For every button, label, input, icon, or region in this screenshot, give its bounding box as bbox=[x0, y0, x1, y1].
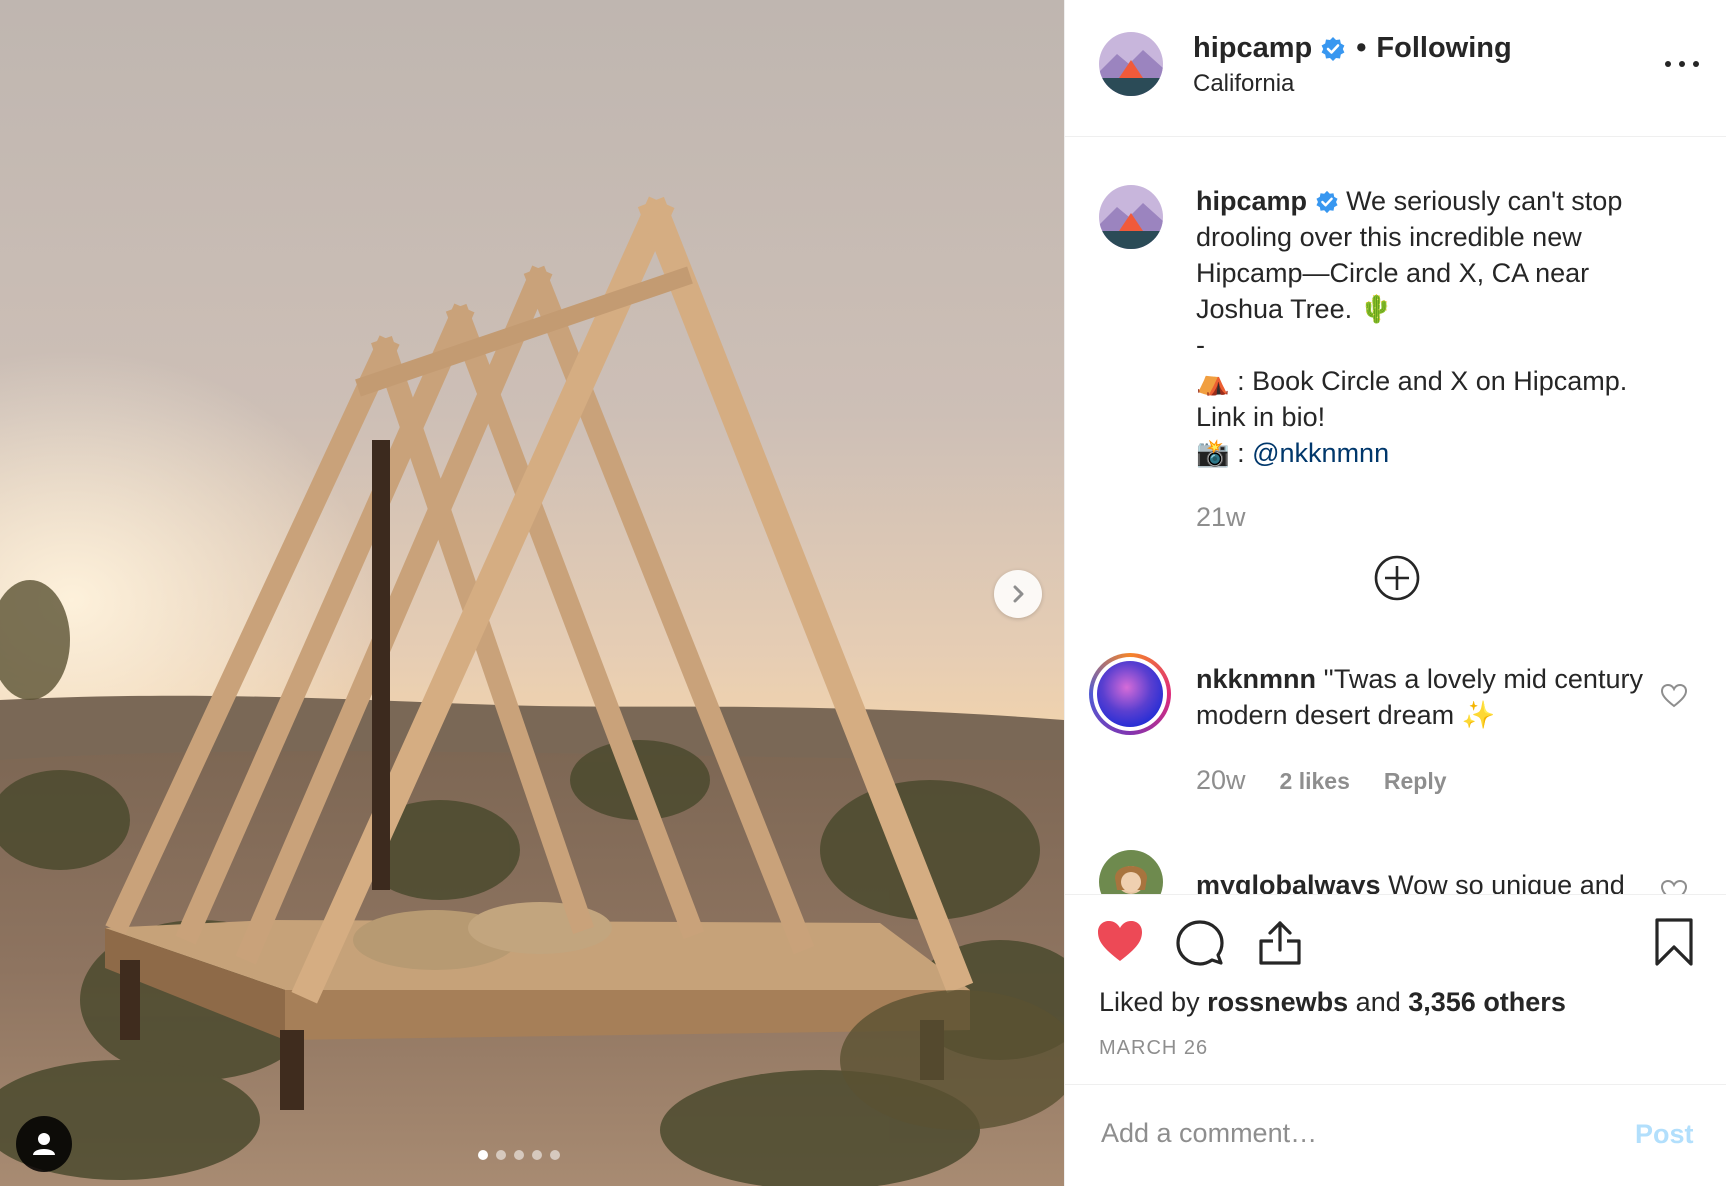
likes-conjunction: and bbox=[1355, 987, 1401, 1017]
more-options-button[interactable] bbox=[1665, 52, 1699, 76]
hipcamp-logo bbox=[1099, 185, 1163, 249]
bookmark-icon[interactable] bbox=[1649, 917, 1699, 967]
post-actions: Liked by rossnewbs and 3,356 others MARC… bbox=[1065, 894, 1726, 1084]
carousel-dot bbox=[514, 1150, 524, 1160]
comment-likes-link[interactable]: 2 likes bbox=[1280, 768, 1350, 795]
avatar[interactable] bbox=[1099, 850, 1163, 894]
likes-summary: Liked by rossnewbs and 3,356 others bbox=[1099, 987, 1566, 1018]
comment-input[interactable] bbox=[1099, 1107, 1603, 1159]
likes-others-link[interactable]: 3,356 others bbox=[1408, 987, 1566, 1017]
chevron-right-icon bbox=[1013, 585, 1024, 603]
comment-username[interactable]: nkknmnn bbox=[1196, 664, 1316, 694]
liked-by-user-link[interactable]: rossnewbs bbox=[1207, 987, 1348, 1017]
comment-icon[interactable] bbox=[1175, 917, 1225, 967]
post-photo bbox=[0, 0, 1064, 1186]
caption-timestamp[interactable]: 21w bbox=[1196, 502, 1246, 533]
carousel-dot bbox=[532, 1150, 542, 1160]
share-icon[interactable] bbox=[1255, 917, 1305, 967]
caption-text-line: ⛺ : Book Circle and X on Hipcamp. Link i… bbox=[1196, 366, 1628, 432]
caption-text-line: - bbox=[1196, 330, 1205, 360]
tagged-users-button[interactable] bbox=[16, 1116, 72, 1172]
post-comment-button[interactable]: Post bbox=[1635, 1119, 1694, 1150]
comment-timestamp[interactable]: 20w bbox=[1196, 765, 1246, 796]
post-side-panel: hipcamp • Following California hipcamp W… bbox=[1064, 0, 1726, 1186]
load-more-comments-button[interactable] bbox=[1372, 553, 1422, 603]
caption-text-line: 📸 : bbox=[1196, 438, 1253, 468]
post-header: hipcamp • Following California bbox=[1065, 0, 1726, 137]
post-author-username[interactable]: hipcamp bbox=[1193, 32, 1312, 65]
comment-username[interactable]: myglobalways bbox=[1196, 870, 1381, 894]
post-caption: hipcamp We seriously can't stop drooling… bbox=[1196, 183, 1666, 471]
comment-item: nkknmnn ''Twas a lovely mid century mode… bbox=[1196, 661, 1646, 733]
more-options-icon bbox=[1665, 61, 1671, 67]
heart-icon[interactable] bbox=[1095, 917, 1145, 967]
post-date[interactable]: MARCH 26 bbox=[1099, 1037, 1208, 1060]
caption-username[interactable]: hipcamp bbox=[1196, 186, 1307, 216]
carousel-dot bbox=[478, 1150, 488, 1160]
verified-badge-icon bbox=[1316, 190, 1338, 214]
plus-circle-icon bbox=[1374, 555, 1420, 601]
a-frame-photo bbox=[0, 0, 1064, 1186]
like-comment-heart-icon[interactable] bbox=[1661, 879, 1687, 894]
post-modal: hipcamp • Following California hipcamp W… bbox=[0, 0, 1726, 1186]
comment-text: Wow so unique and bbox=[1388, 870, 1625, 894]
comments-section: hipcamp We seriously can't stop drooling… bbox=[1065, 137, 1726, 894]
reply-button[interactable]: Reply bbox=[1384, 768, 1447, 795]
avatar[interactable] bbox=[1089, 653, 1171, 735]
header-separator: • bbox=[1356, 32, 1367, 64]
verified-badge-icon bbox=[1321, 36, 1345, 61]
like-comment-heart-icon[interactable] bbox=[1661, 683, 1687, 709]
user-tag-icon bbox=[33, 1133, 55, 1155]
carousel-dot bbox=[496, 1150, 506, 1160]
comment-item: myglobalways Wow so unique and bbox=[1196, 867, 1646, 894]
hipcamp-logo bbox=[1099, 32, 1163, 96]
comment-meta: 20w 2 likes Reply bbox=[1196, 765, 1447, 796]
post-location[interactable]: California bbox=[1193, 70, 1294, 98]
avatar[interactable] bbox=[1099, 185, 1163, 249]
add-comment-bar: Post bbox=[1065, 1084, 1726, 1186]
next-image-button[interactable] bbox=[994, 570, 1042, 618]
avatar[interactable] bbox=[1099, 32, 1163, 96]
carousel-indicator bbox=[478, 1150, 560, 1160]
carousel-dot bbox=[550, 1150, 560, 1160]
likes-prefix: Liked by bbox=[1099, 987, 1200, 1017]
caption-mention-link[interactable]: @nkknmnn bbox=[1252, 438, 1389, 468]
following-button[interactable]: Following bbox=[1376, 32, 1511, 65]
